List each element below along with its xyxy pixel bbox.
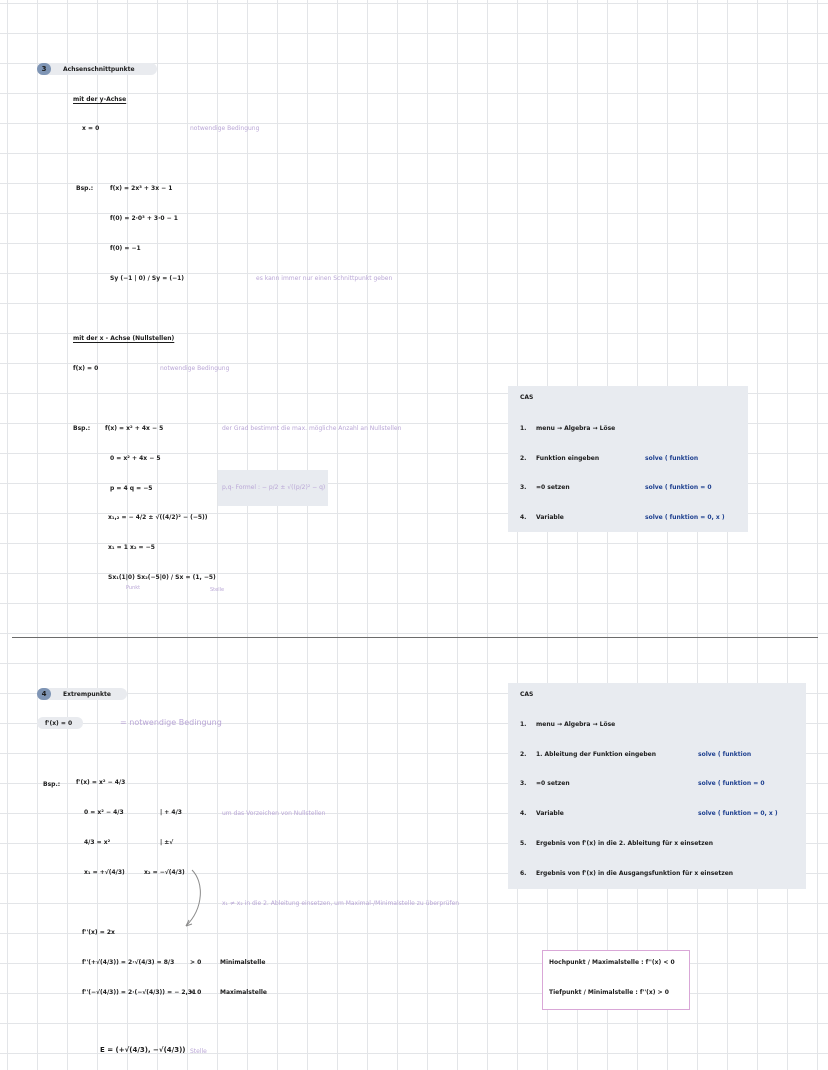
section-3-header: 3 Achsenschnittpunkte (37, 63, 157, 75)
summary-tiefpunkt: Tiefpunkt / Minimalstelle : f''(x) > 0 (549, 989, 669, 996)
x-axis-line-1: f(x) = x² + 4x − 5 (105, 425, 164, 432)
cas-4-row-2: 2. 1. Ableitung der Funktion eingeben (520, 751, 656, 758)
cas-3-row-4-text: Variable (536, 514, 564, 521)
second-derivative-line-3: f''(−√(4/3)) = 2·(−√(4/3)) = − 2,31 (82, 989, 197, 996)
section-divider (12, 637, 818, 638)
cas-3-row-4: 4. Variable (520, 514, 564, 521)
second-derivative-line-2-cmp: > 0 (190, 959, 202, 966)
cas-4-row-1: 1. menu → Algebra → Löse (520, 721, 615, 728)
x-axis-sub-punkt: Punkt (126, 585, 141, 591)
cas-4-row-4-number: 4. (520, 810, 527, 817)
cas-4-row-5-number: 5. (520, 840, 527, 847)
y-axis-condition: x = 0 (82, 125, 100, 132)
x-axis-example-label: Bsp.: (73, 425, 91, 432)
section-4-number: 4 (37, 688, 51, 700)
second-derivative-line-2-label: Minimalstelle (220, 959, 266, 966)
section-4-title: Extrempunkte (63, 690, 111, 698)
second-derivative-line-2: f''(+√(4/3)) = 2·√(4/3) = 8/3 (82, 959, 175, 966)
cas-4-row-2-text: 1. Ableitung der Funktion eingeben (536, 751, 657, 758)
y-axis-line-1: f(x) = 2x³ + 3x − 1 (110, 185, 173, 192)
cas-4-row-5-text: Ergebnis von f'(x) in die 2. Ableitung f… (536, 840, 714, 847)
section-3-title: Achsenschnittpunkte (63, 65, 135, 73)
section-4-condition-note: = notwendige Bedingung (120, 718, 222, 727)
second-derivative-line-3-cmp: < 0 (190, 989, 202, 996)
cas-4-title: CAS (520, 691, 534, 698)
second-derivative-line-1: f''(x) = 2x (82, 929, 115, 936)
cas-4-row-3-number: 3. (520, 780, 527, 787)
y-axis-line-3: f(0) = −1 (110, 245, 141, 252)
bracket-arrow-icon (185, 869, 201, 927)
cas-3-row-4-number: 4. (520, 514, 527, 521)
section-4-line-4: x₁ = +√(4/3) (84, 869, 125, 876)
cas-3-row-3: 3. =0 setzen (520, 484, 570, 491)
cas-3-row-3-text: =0 setzen (536, 484, 570, 491)
cas-3-row-2-number: 2. (520, 455, 527, 462)
section-4-note-vorzeichen: um das Vorzeichen von Nullstellen (222, 810, 326, 817)
section-4-line-1: f'(x) = x² − 4/3 (76, 779, 126, 786)
x-axis-line-3: p = 4 q = −5 (110, 485, 153, 492)
section-4-header: 4 Extrempunkte (37, 688, 127, 700)
second-derivative-line-3-label: Maximalstelle (220, 989, 267, 996)
cas-4-row-6-text: Ergebnis von f'(x) in die Ausgangsfunkti… (536, 870, 734, 877)
x-axis-heading: mit der x - Achse (Nullstellen) (73, 335, 175, 342)
x-axis-line-6: Sx₁(1|0) Sx₂(−5|0) / Sx = (1, −5) (108, 574, 216, 581)
cas-3-row-1-text: menu → Algebra → Löse (536, 425, 616, 432)
cas-3-row-3-right: solve ( funktion = 0 (645, 484, 712, 491)
section-4-result-note: Stelle (190, 1048, 207, 1055)
cas-4-row-2-right: solve ( funktion (698, 751, 752, 758)
x-axis-note-grad: der Grad bestimmt die max. mögliche Anza… (222, 425, 402, 432)
cas-3-row-1: 1. menu → Algebra → Löse (520, 425, 615, 432)
cas-4-row-1-number: 1. (520, 721, 527, 728)
section-4-condition-text: f'(x) = 0 (45, 719, 73, 727)
cas-4-row-6-number: 6. (520, 870, 527, 877)
section-4-line-3: 4/3 = x² (84, 839, 111, 846)
y-axis-heading: mit der y-Achse (73, 96, 127, 103)
cas-3-row-3-number: 3. (520, 484, 527, 491)
cas-4-row-3: 3. =0 setzen (520, 780, 570, 787)
cas-4-row-3-text: =0 setzen (536, 780, 570, 787)
cas-3-row-4-right: solve ( funktion = 0, x ) (645, 514, 725, 521)
y-axis-line-2: f(0) = 2·0³ + 3·0 − 1 (110, 215, 178, 222)
x-axis-sub-stelle: Stelle (210, 587, 225, 593)
cas-4-row-6: 6. Ergebnis von f'(x) in die Ausgangsfunk… (520, 870, 733, 877)
section-4-example-label: Bsp.: (43, 781, 61, 788)
x-axis-condition: f(x) = 0 (73, 365, 99, 372)
section-4-result: E = (+√(4/3), −√(4/3)) (100, 1046, 186, 1054)
section-3-number: 3 (37, 63, 51, 75)
section-4-condition: f'(x) = 0 (37, 717, 83, 729)
cas-3-row-2-right: solve ( funktion (645, 455, 699, 462)
cas-3-row-1-number: 1. (520, 425, 527, 432)
section-4-line-3-right: | ±√ (160, 839, 174, 846)
cas-4-row-4-right: solve ( funktion = 0, x ) (698, 810, 778, 817)
cas-3-row-2: 2. Funktion eingeben (520, 455, 599, 462)
y-axis-condition-note: notwendige Bedingung (190, 125, 260, 132)
x-axis-condition-note: notwendige Bedingung (160, 365, 230, 372)
section-4-note-einsetzen: x₁ ≠ x₂ in die 2. Ableitung einsetzen, u… (222, 900, 460, 907)
section-4-line-2-right: | + 4/3 (160, 809, 182, 816)
cas-4-row-3-right: solve ( funktion = 0 (698, 780, 765, 787)
cas-4-row-1-text: menu → Algebra → Löse (536, 721, 616, 728)
cas-4-row-2-number: 2. (520, 751, 527, 758)
y-axis-note: es kann immer nur einen Schnittpunkt geb… (256, 275, 393, 282)
cas-3-title: CAS (520, 394, 534, 401)
cas-4-row-4-text: Variable (536, 810, 564, 817)
cas-4-row-5: 5. Ergebnis von f'(x) in die 2. Ableitung… (520, 840, 713, 847)
cas-3-row-2-text: Funktion eingeben (536, 455, 600, 462)
section-4-line-2: 0 = x² − 4/3 (84, 809, 124, 816)
x-axis-line-2: 0 = x² + 4x − 5 (110, 455, 161, 462)
summary-hochpunkt: Hochpunkt / Maximalstelle : f''(x) < 0 (549, 959, 675, 966)
cas-4-row-4: 4. Variable (520, 810, 564, 817)
pq-formula: p,q- Formel : − p/2 ± √((p/2)² − q) (222, 484, 326, 491)
x-axis-line-4: x₁,₂ = − 4/2 ± √((4/2)² − (−5)) (108, 514, 208, 521)
y-axis-example-label: Bsp.: (76, 185, 94, 192)
y-axis-line-4: Sy (−1 | 0) / Sy = (−1) (110, 275, 185, 282)
x-axis-line-5: x₁ = 1 x₂ = −5 (108, 544, 155, 551)
